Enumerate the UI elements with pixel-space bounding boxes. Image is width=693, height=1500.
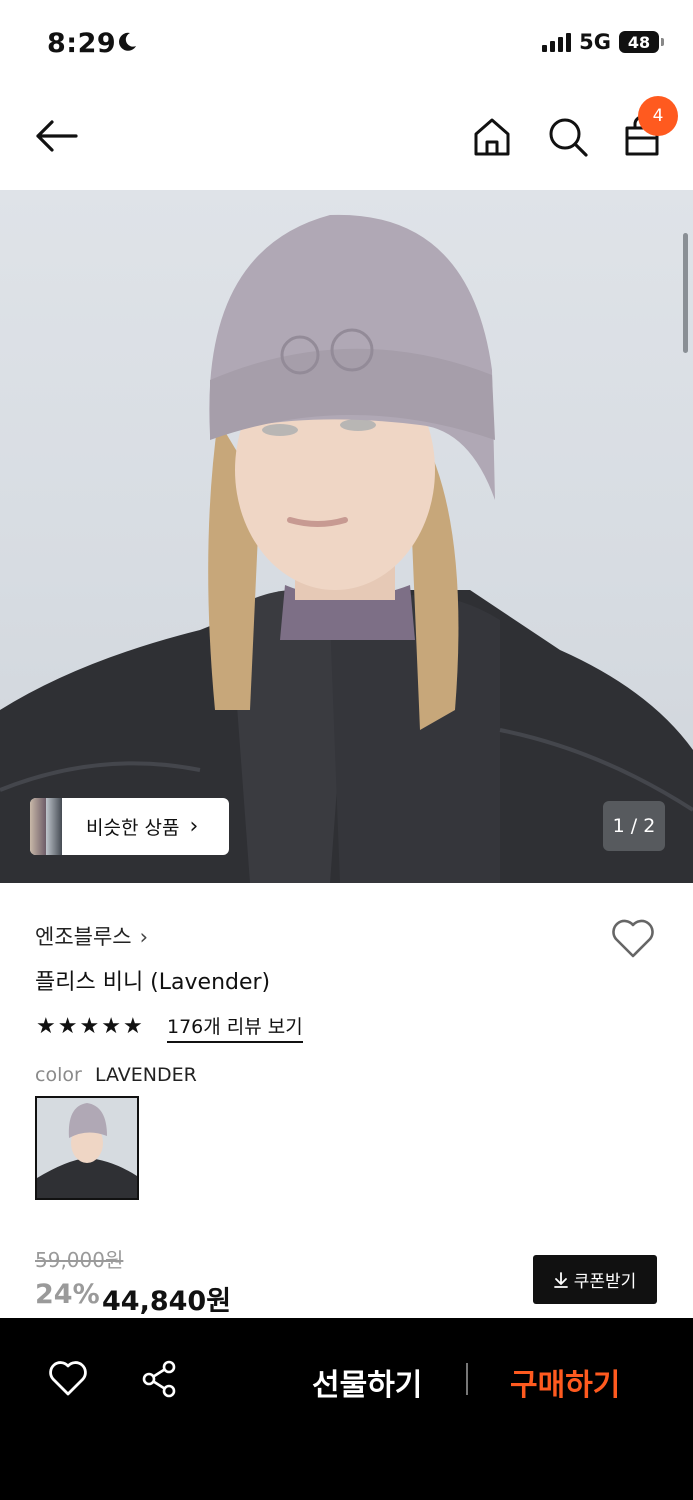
similar-products-button[interactable]: 비슷한 상품 › xyxy=(30,798,229,855)
scroll-indicator[interactable] xyxy=(683,233,688,353)
status-time: 8:29 xyxy=(47,28,117,59)
original-price: 59,000원 xyxy=(35,1248,124,1272)
download-icon xyxy=(553,1271,568,1288)
similar-products-label: 비슷한 상품 xyxy=(86,817,180,839)
buy-button[interactable]: 구매하기 xyxy=(510,1360,620,1404)
search-icon[interactable] xyxy=(547,116,589,158)
similar-thumbnail xyxy=(46,798,62,855)
divider xyxy=(466,1363,468,1395)
home-icon[interactable] xyxy=(472,116,512,158)
review-link[interactable]: 176개 리뷰 보기 xyxy=(167,1012,303,1043)
battery-icon: 48 xyxy=(619,31,664,53)
status-indicators: 5G 48 xyxy=(542,30,664,54)
sale-price: 44,840원 xyxy=(102,1286,232,1317)
product-name: 플리스 비니 (Lavender) xyxy=(35,970,271,995)
bottom-action-bar xyxy=(0,1318,693,1500)
signal-icon xyxy=(542,32,572,52)
product-image[interactable] xyxy=(0,190,693,883)
star-icon: ★ xyxy=(36,1014,56,1039)
color-swatch-lavender[interactable] xyxy=(35,1096,139,1200)
star-icon: ★ xyxy=(79,1014,100,1039)
rating-stars: ★ ★ ★ ★ ★ xyxy=(36,1014,143,1039)
color-label: color xyxy=(35,1064,82,1086)
network-label: 5G xyxy=(579,30,611,54)
brand-link[interactable]: 엔조블루스 › xyxy=(35,921,148,951)
brand-name: 엔조블루스 xyxy=(35,925,132,949)
discount-rate: 24% xyxy=(35,1279,100,1310)
back-arrow-icon[interactable] xyxy=(34,116,80,156)
moon-icon xyxy=(116,31,138,53)
image-page-indicator: 1 / 2 xyxy=(603,801,665,851)
similar-thumbnail xyxy=(30,798,46,855)
gift-button[interactable]: 선물하기 xyxy=(312,1360,422,1404)
coupon-download-button[interactable]: 쿠폰받기 xyxy=(533,1255,657,1304)
chevron-right-icon: › xyxy=(139,925,149,949)
chevron-right-icon: › xyxy=(189,814,199,839)
wishlist-heart-icon[interactable] xyxy=(610,918,656,960)
battery-level: 48 xyxy=(627,32,651,52)
star-icon: ★ xyxy=(101,1014,121,1039)
coupon-label: 쿠폰받기 xyxy=(573,1272,637,1292)
star-icon: ★ xyxy=(122,1014,143,1039)
star-icon: ★ xyxy=(57,1014,78,1039)
share-icon[interactable] xyxy=(139,1359,179,1399)
bottom-heart-icon[interactable] xyxy=(48,1360,88,1398)
color-value: LAVENDER xyxy=(95,1064,197,1086)
cart-count-badge: 4 xyxy=(638,96,678,136)
